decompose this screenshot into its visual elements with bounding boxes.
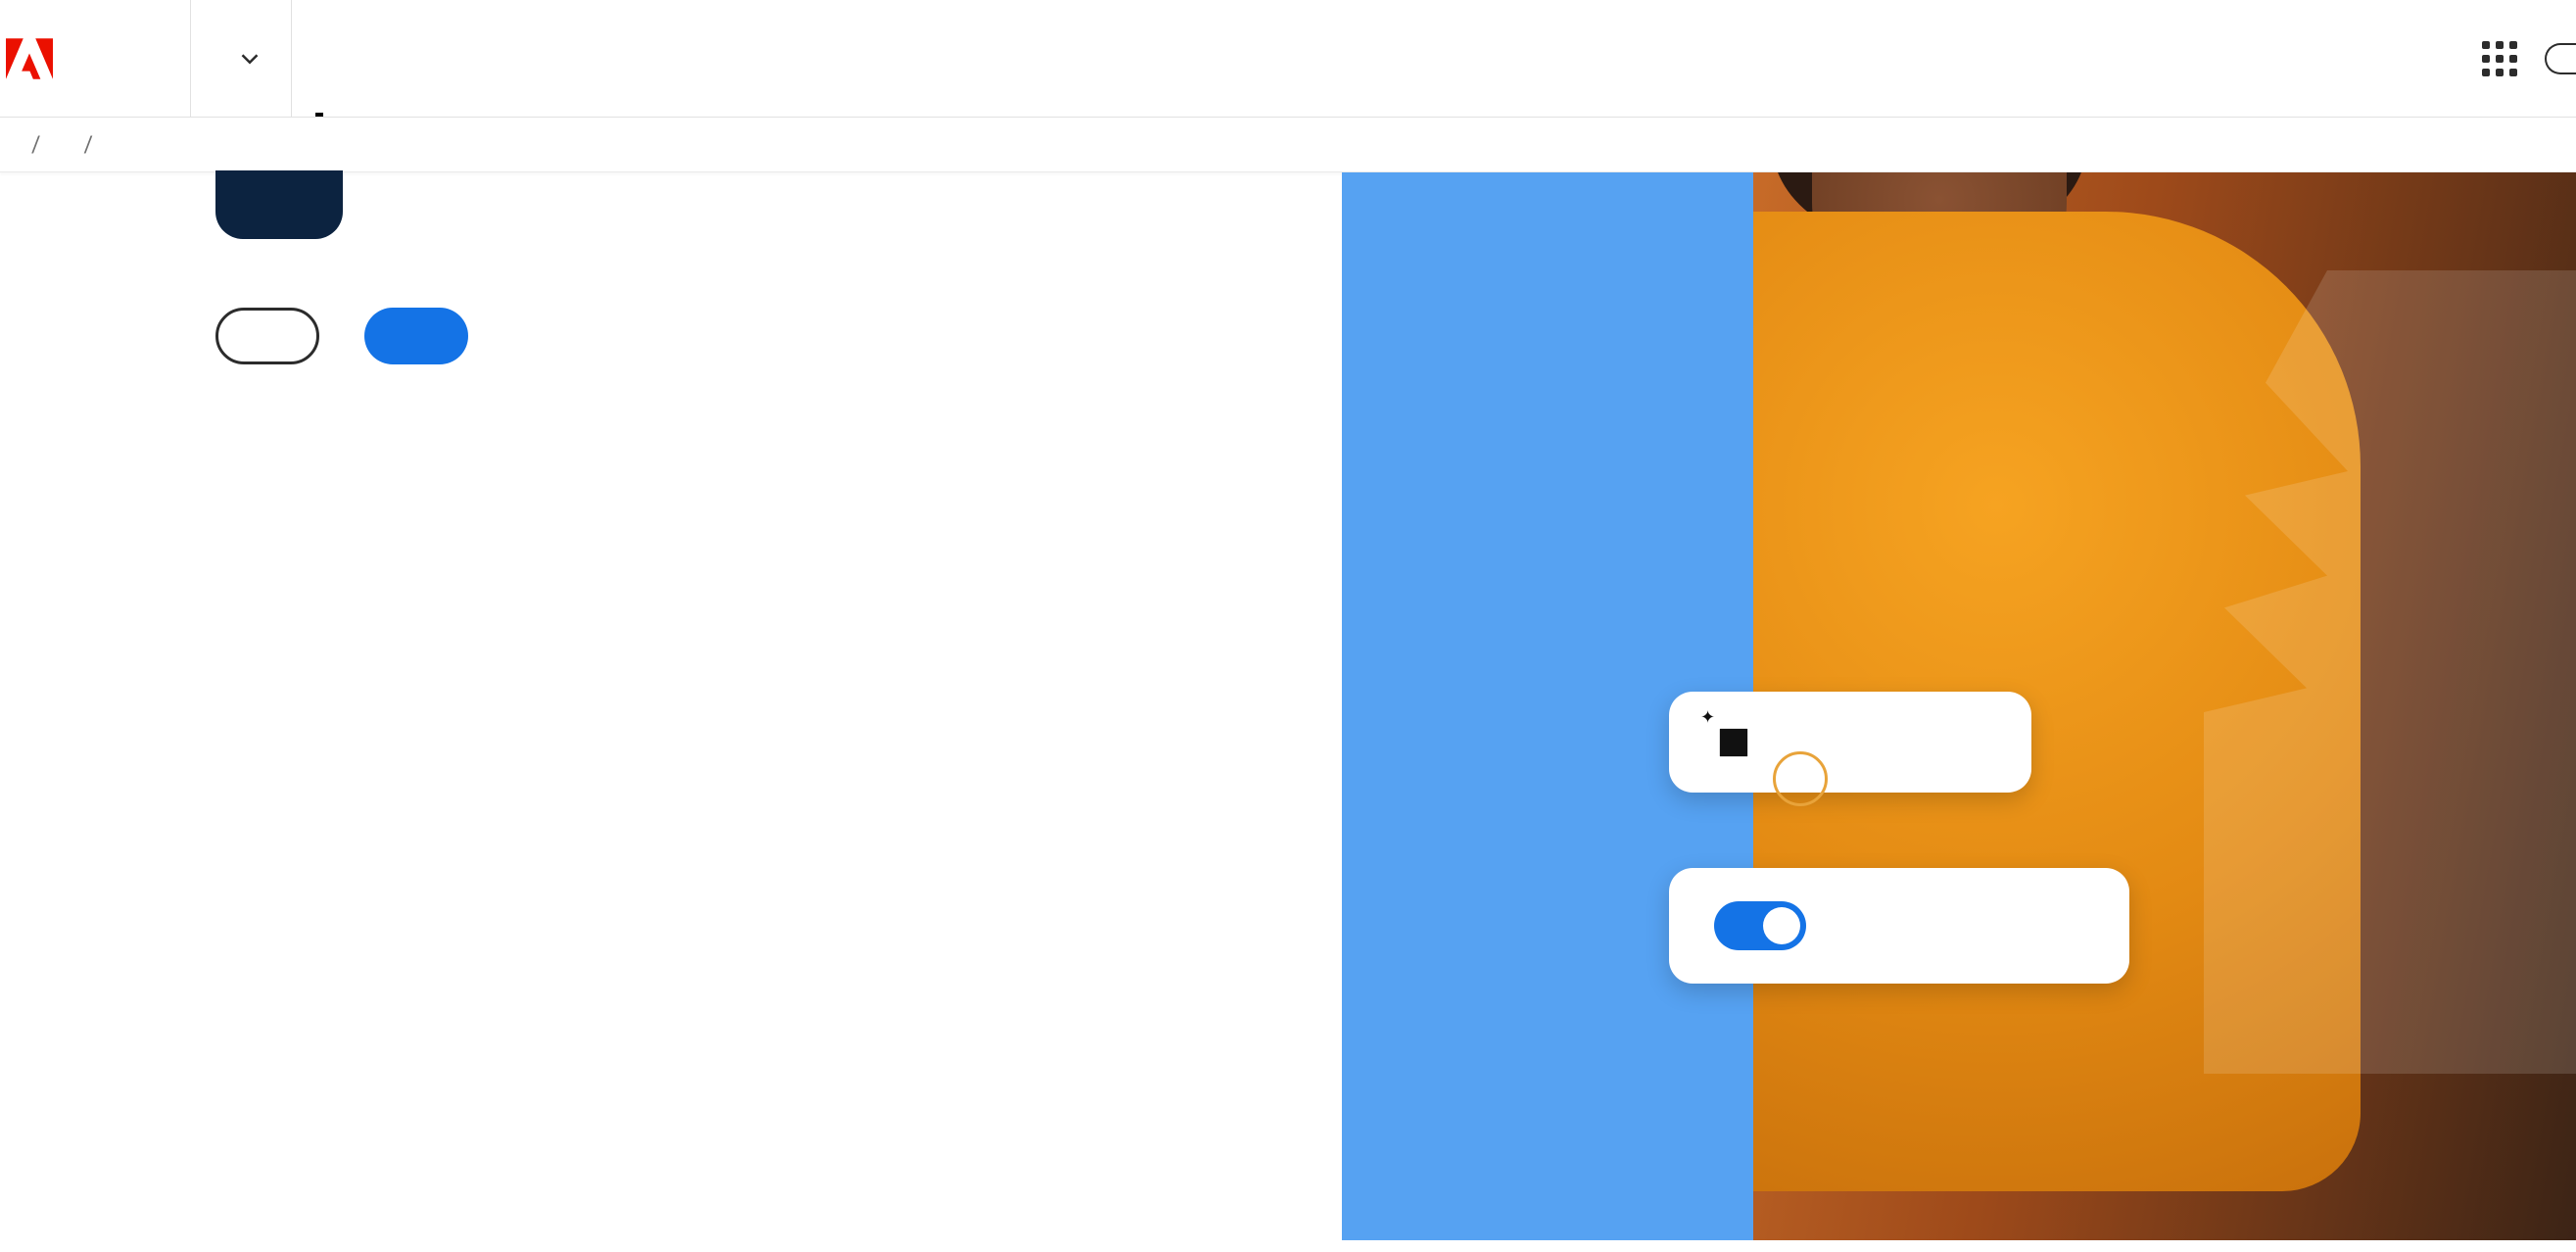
nav-creativity-design[interactable] bbox=[191, 0, 292, 117]
eraser-icon bbox=[1714, 723, 1753, 762]
generative-ai-toggle[interactable] bbox=[1714, 901, 1806, 950]
cta-row bbox=[215, 308, 1342, 364]
free-trial-button[interactable] bbox=[215, 308, 319, 364]
nav-free-trial-details[interactable] bbox=[456, 0, 511, 117]
breadcrumb: / / bbox=[0, 118, 2576, 172]
adobe-logo-icon bbox=[6, 38, 53, 79]
nav-features[interactable] bbox=[347, 0, 402, 117]
nav-photoshop-lightroom[interactable] bbox=[292, 0, 347, 117]
sign-in-button[interactable] bbox=[2545, 43, 2576, 74]
top-nav bbox=[0, 0, 2576, 118]
buy-now-button[interactable] bbox=[364, 308, 468, 364]
overlay-generative-ai-pill bbox=[1669, 868, 2129, 984]
hero bbox=[0, 172, 2576, 1240]
lightroom-app-icon bbox=[215, 170, 343, 239]
crumb-sep: / bbox=[84, 131, 94, 158]
nav-compare-plans[interactable] bbox=[402, 0, 456, 117]
hero-copy bbox=[0, 172, 1342, 1240]
brand[interactable] bbox=[0, 0, 191, 117]
chevron-down-icon bbox=[240, 49, 260, 69]
overlay-remove-pill bbox=[1669, 692, 2031, 793]
nav-right bbox=[2482, 0, 2576, 117]
crumb-sep: / bbox=[31, 131, 41, 158]
app-switcher-icon[interactable] bbox=[2482, 41, 2517, 76]
primary-nav bbox=[191, 0, 511, 117]
